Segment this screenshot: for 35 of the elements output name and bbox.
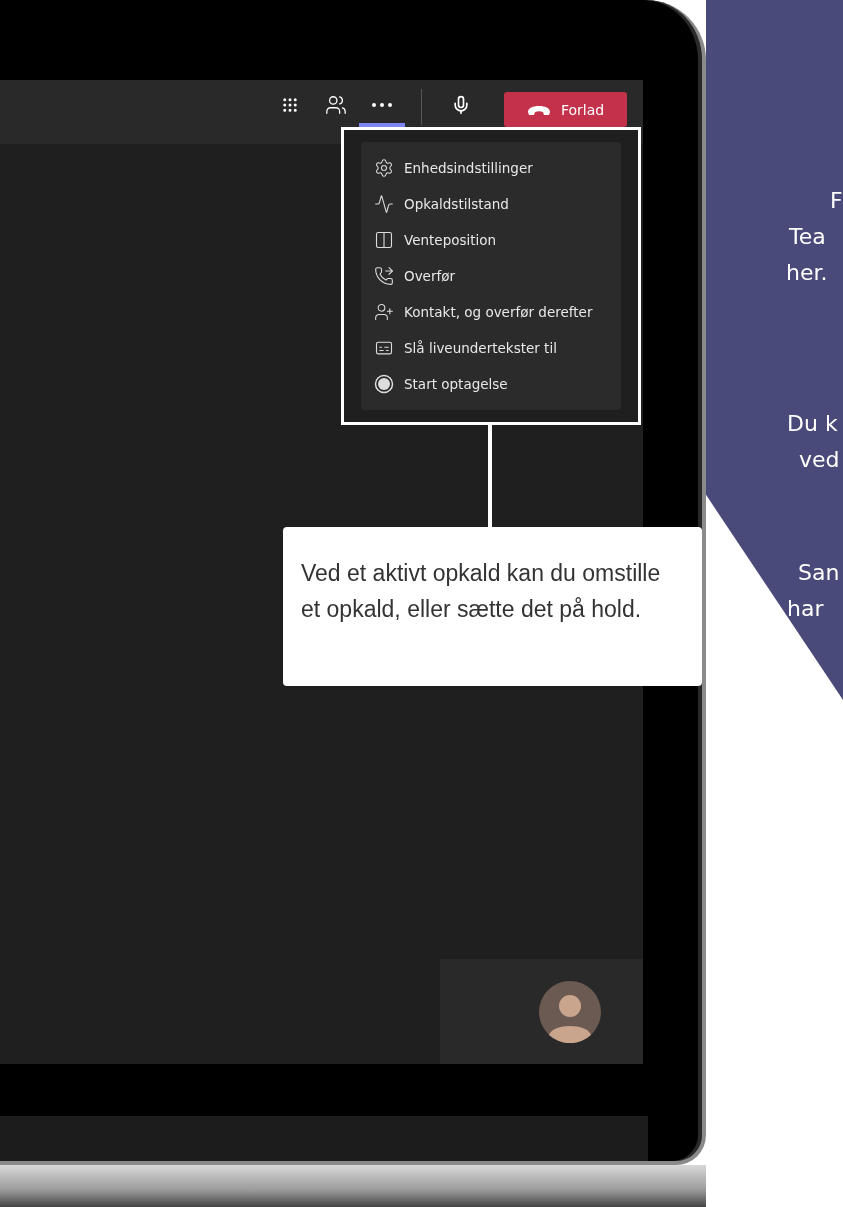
person-plus-icon (374, 302, 394, 322)
menu-item-label: Venteposition (404, 232, 497, 248)
menu-item-label: Kontakt, og overfør derefter (404, 304, 593, 320)
dialpad-icon (281, 96, 299, 114)
menu-item[interactable]: Slå liveundertekster til (361, 330, 621, 366)
menu-item-label: Slå liveundertekster til (404, 340, 557, 356)
menu-item[interactable]: Overfør (361, 258, 621, 294)
panel-text: ved (798, 446, 840, 474)
people-icon (325, 94, 347, 116)
more-icon (372, 103, 392, 107)
panel-text: Du k (786, 410, 838, 438)
menu-item[interactable]: Venteposition (361, 222, 621, 258)
menu-item-label: Opkaldstilstand (404, 196, 509, 212)
panel-text: Tea (788, 223, 826, 251)
menu-item-label: Start optagelse (404, 376, 508, 392)
microphone-icon (451, 95, 471, 115)
panel-text: San (797, 559, 840, 587)
menu-item[interactable]: Kontakt, og overfør derefter (361, 294, 621, 330)
pulse-icon (374, 194, 394, 214)
record-icon (374, 374, 394, 394)
menu-item-label: Overfør (404, 268, 456, 284)
menu-item[interactable]: Opkaldstilstand (361, 186, 621, 222)
callout-text: Ved et aktivt opkald kan du omstille et opkald, eller sætte det på hold. (283, 527, 702, 686)
settings-icon (374, 158, 394, 178)
menu-item[interactable]: Start optagelse (361, 366, 621, 402)
panel-text: har (786, 595, 824, 623)
pause-icon (374, 230, 394, 250)
panel-text: F (829, 187, 843, 215)
hang-up-icon (526, 103, 551, 116)
leave-button[interactable]: Forlad (504, 92, 627, 127)
menu-item-label: Enhedsindstillinger (404, 160, 533, 176)
phone-arrow-icon (374, 266, 394, 286)
menu-item[interactable]: Enhedsindstillinger (361, 150, 621, 186)
avatar-silhouette (538, 980, 601, 1043)
panel-text: her. (785, 259, 828, 287)
